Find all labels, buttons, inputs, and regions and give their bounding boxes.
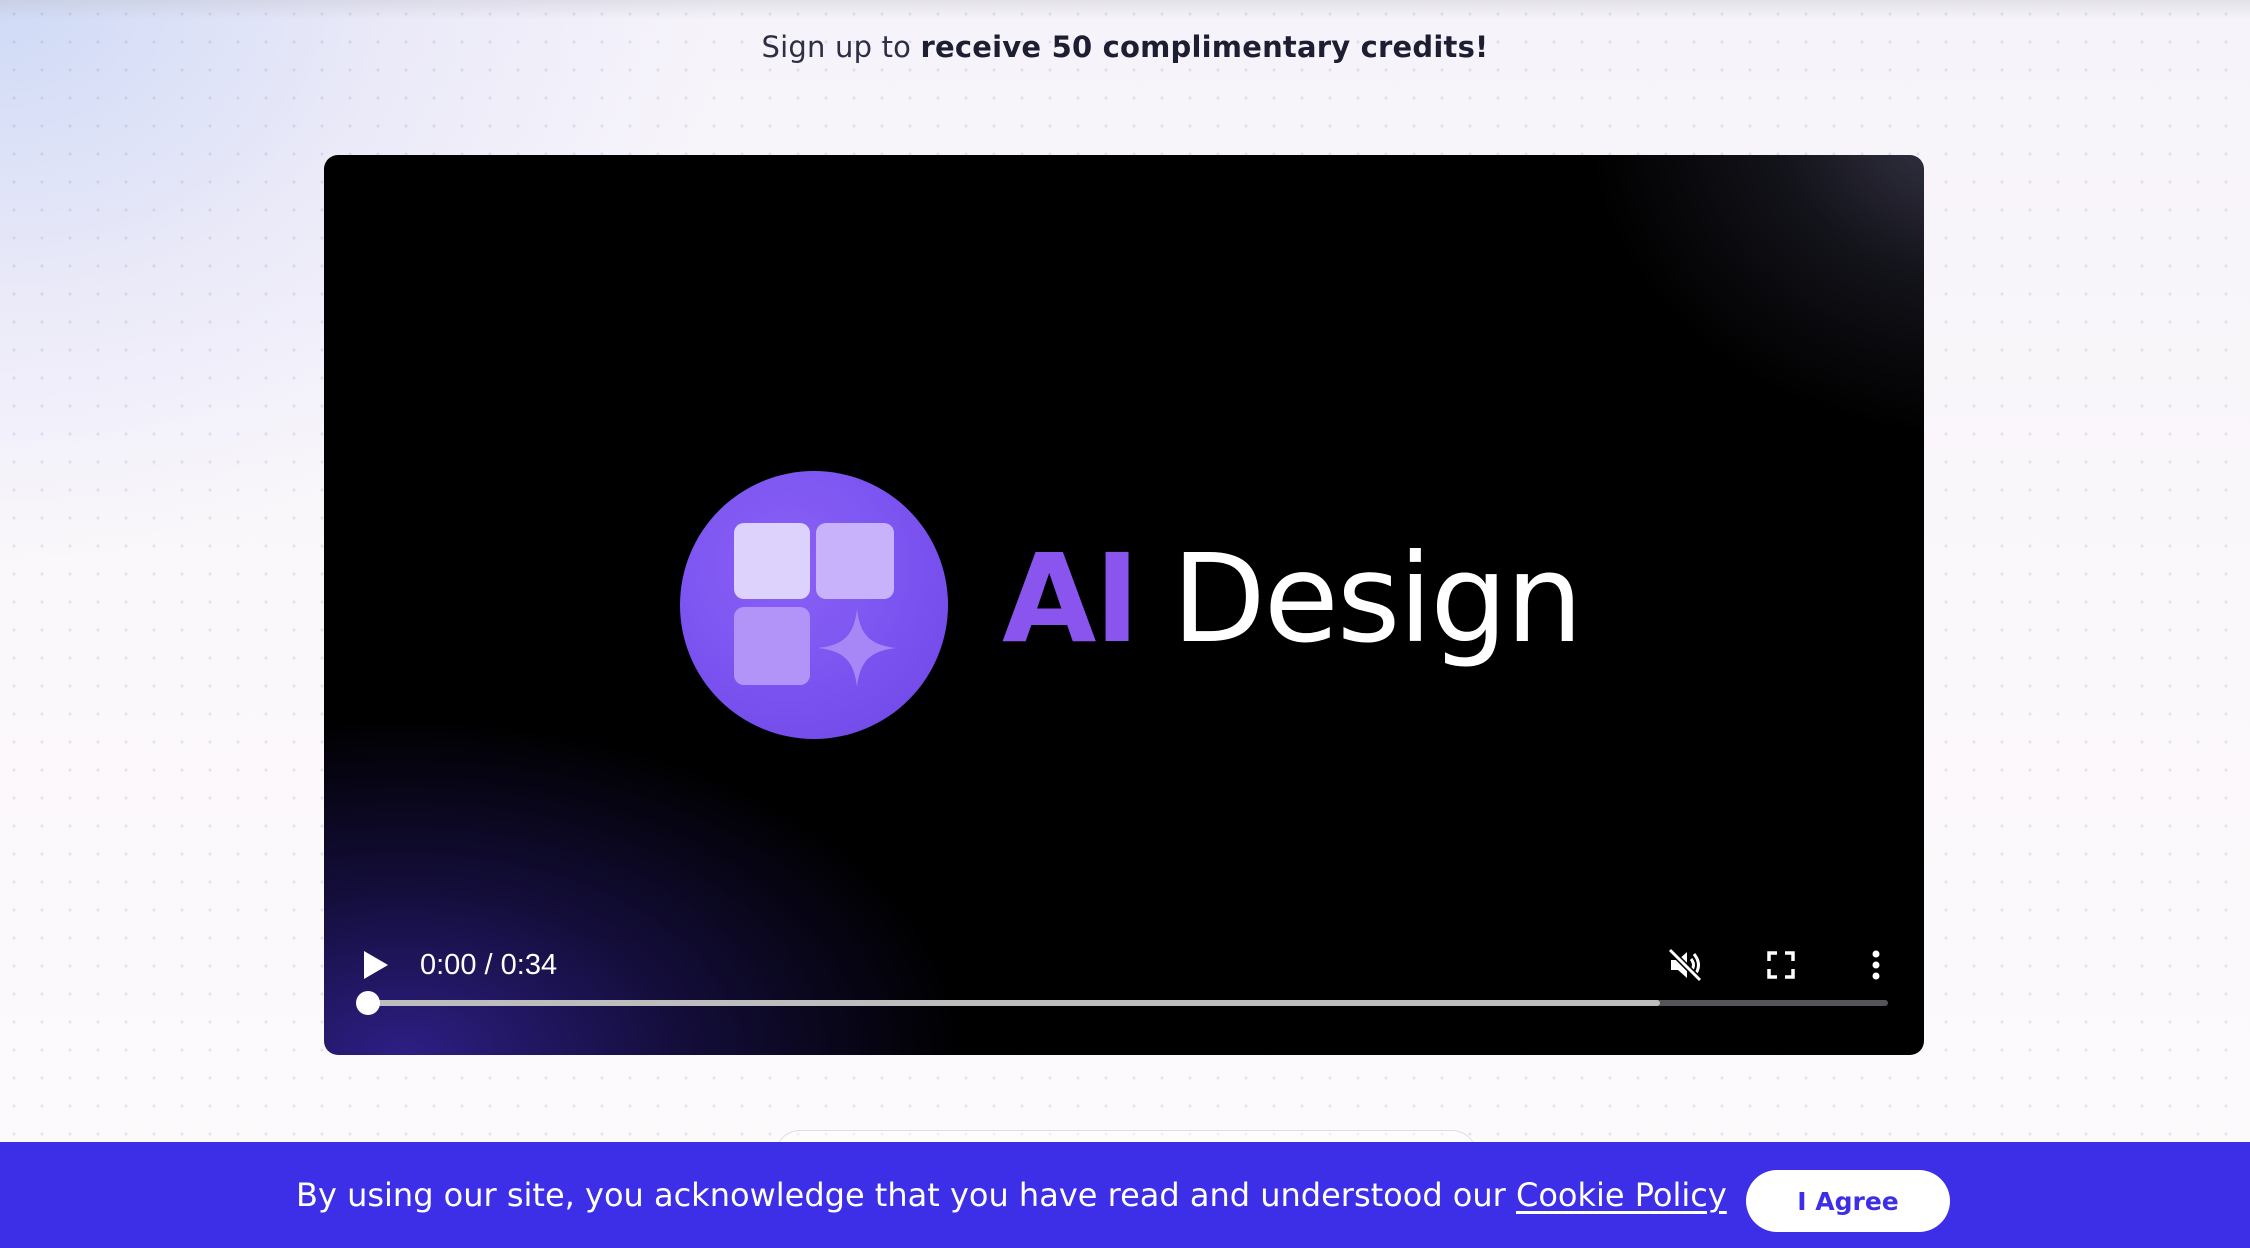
progress-scrubber-handle[interactable] [356,991,380,1015]
video-player[interactable]: AI Design 0:00 / 0:34 [324,155,1924,1055]
promo-tagline: Sign up to receive 50 complimentary cred… [0,30,2250,64]
duration: 0:34 [500,949,558,981]
logo-tile-top-right [816,523,894,599]
promo-highlight: receive 50 complimentary credits! [920,30,1489,64]
agree-button[interactable]: I Agree [1746,1170,1950,1232]
cookie-policy-link[interactable]: Cookie Policy [1516,1176,1727,1214]
logo-tile-top-left [734,523,810,599]
brand-ai-text: AI [1002,528,1140,670]
cookie-consent-banner: By using our site, you acknowledge that … [0,1142,2250,1248]
cookie-message-text: By using our site, you acknowledge that … [296,1176,1506,1214]
cookie-message: By using our site, you acknowledge that … [296,1176,1727,1214]
top-shadow [0,0,2250,20]
video-time-display: 0:00 / 0:34 [420,949,557,982]
logo-tile-bottom-left [734,607,810,685]
fullscreen-icon[interactable] [1761,945,1801,985]
current-time: 0:00 [420,949,477,981]
video-progress-bar[interactable] [368,1000,1888,1006]
promo-prefix: Sign up to [761,30,912,64]
sparkle-icon [818,609,896,687]
volume-muted-icon[interactable] [1665,945,1705,985]
more-vertical-icon[interactable] [1856,945,1896,985]
play-icon[interactable] [360,949,390,981]
video-controls: 0:00 / 0:34 [324,905,1924,1055]
brand-design-text: Design [1171,528,1583,670]
video-brand-title: AI Design [1002,538,1583,660]
ai-design-logo-icon [680,471,948,739]
buffered-range [368,1000,1660,1006]
time-separator: / [484,949,493,981]
